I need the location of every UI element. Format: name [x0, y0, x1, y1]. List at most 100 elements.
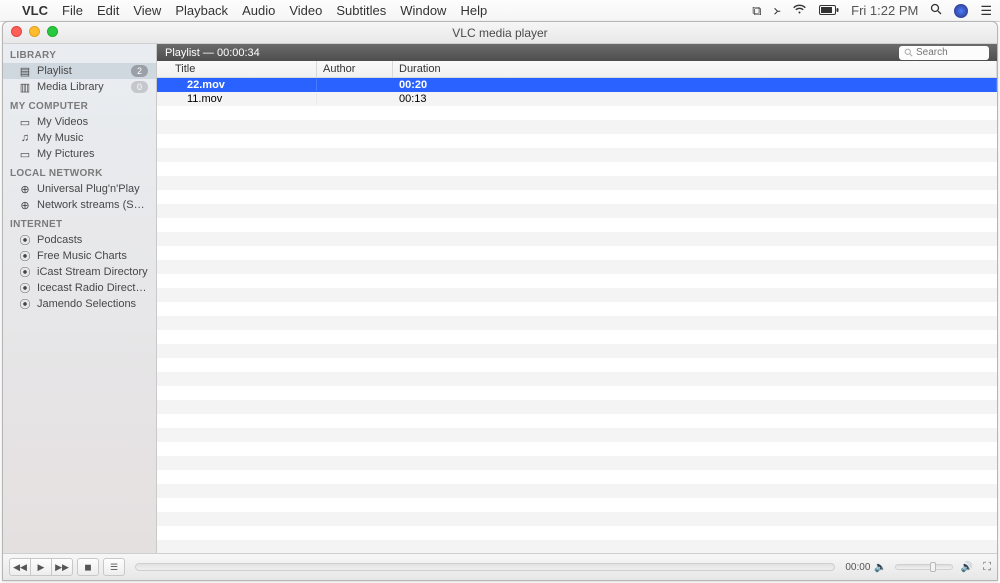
- net-icon: ⊕: [19, 183, 31, 195]
- window-close-button[interactable]: [11, 26, 22, 37]
- playlist-row[interactable]: 22.mov 00:20: [157, 78, 997, 92]
- player-controls: ◀◀ ▶ ▶▶ ◼ ☰ 00:00 🔈 🔊 ⛶: [3, 553, 997, 580]
- sidebar-item-media-library[interactable]: ▥ Media Library 0: [3, 79, 156, 95]
- next-button[interactable]: ▶▶: [51, 558, 73, 576]
- sidebar-section-title: LOCAL NETWORK: [3, 162, 156, 181]
- menu-subtitles[interactable]: Subtitles: [336, 3, 386, 18]
- net-icon: ⊕: [19, 199, 31, 211]
- play-button[interactable]: ▶: [30, 558, 52, 576]
- menubar-app-name[interactable]: VLC: [22, 3, 48, 18]
- window-titlebar: VLC media player: [3, 22, 997, 44]
- notifications-icon[interactable]: ☰: [980, 3, 992, 19]
- sidebar-item-my-pictures[interactable]: ▭ My Pictures: [3, 146, 156, 162]
- fullscreen-button[interactable]: ⛶: [983, 561, 991, 574]
- menu-view[interactable]: View: [133, 3, 161, 18]
- sidebar-item-free-music-charts[interactable]: ⦿ Free Music Charts: [3, 248, 156, 264]
- siri-icon[interactable]: [954, 4, 968, 18]
- rss-icon: ⦿: [19, 298, 31, 310]
- sidebar-item-icast-stream-directory[interactable]: ⦿ iCast Stream Directory: [3, 264, 156, 280]
- rss-icon: ⦿: [19, 250, 31, 262]
- prev-button[interactable]: ◀◀: [9, 558, 31, 576]
- bluetooth-icon[interactable]: ᚛: [774, 3, 781, 19]
- sidebar-item-label: Free Music Charts: [37, 250, 148, 262]
- sidebar-item-label: Playlist: [37, 65, 125, 77]
- sidebar-item-label: My Videos: [37, 116, 148, 128]
- playlist-columns: Title Author Duration: [157, 61, 997, 78]
- window-traffic-lights: [11, 26, 58, 37]
- wifi-icon[interactable]: [792, 3, 807, 18]
- volume-low-icon: 🔈: [874, 562, 886, 573]
- window-minimize-button[interactable]: [29, 26, 40, 37]
- stop-button[interactable]: ◼: [77, 558, 99, 576]
- sidebar-item-label: Icecast Radio Directory: [37, 282, 148, 294]
- column-title[interactable]: Title: [157, 61, 317, 77]
- playlist-header: Playlist — 00:00:34: [157, 44, 997, 61]
- sidebar-item-label: Podcasts: [37, 234, 148, 246]
- rss-icon: ⦿: [19, 234, 31, 246]
- cell-title: 11.mov: [157, 93, 317, 105]
- sidebar-section-title: MY COMPUTER: [3, 95, 156, 114]
- menu-audio[interactable]: Audio: [242, 3, 275, 18]
- music-icon: ♫: [19, 132, 31, 144]
- playlist-toggle-button[interactable]: ☰: [103, 558, 125, 576]
- window-zoom-button[interactable]: [47, 26, 58, 37]
- mac-menubar: VLC File Edit View Playback Audio Video …: [0, 0, 1000, 22]
- sidebar-item-my-videos[interactable]: ▭ My Videos: [3, 114, 156, 130]
- playlist-panel: Playlist — 00:00:34 Title Author Duratio…: [157, 44, 997, 553]
- picture-icon: ▭: [19, 148, 31, 160]
- sidebar-item-playlist[interactable]: ▤ Playlist 2: [3, 63, 156, 79]
- cell-duration: 00:13: [393, 93, 997, 105]
- menu-edit[interactable]: Edit: [97, 3, 119, 18]
- menu-video[interactable]: Video: [289, 3, 322, 18]
- sidebar-item-jamendo-selections[interactable]: ⦿ Jamendo Selections: [3, 296, 156, 312]
- sidebar-item-icecast-radio-directory[interactable]: ⦿ Icecast Radio Directory: [3, 280, 156, 296]
- cell-title: 22.mov: [157, 79, 317, 91]
- menu-playback[interactable]: Playback: [175, 3, 228, 18]
- playlist-header-label: Playlist — 00:00:34: [165, 47, 260, 59]
- sidebar-item-my-music[interactable]: ♫ My Music: [3, 130, 156, 146]
- window-title: VLC media player: [452, 26, 547, 40]
- sidebar-item-podcasts[interactable]: ⦿ Podcasts: [3, 232, 156, 248]
- sidebar-section-title: LIBRARY: [3, 44, 156, 63]
- playlist-rows: 22.mov 00:20 11.mov 00:13: [157, 78, 997, 553]
- sidebar-item-label: My Pictures: [37, 148, 148, 160]
- vlc-window: VLC media player LIBRARY ▤ Playlist 2 ▥ Media…: [2, 21, 998, 581]
- battery-icon[interactable]: [819, 3, 839, 18]
- playlist-icon: ▤: [19, 65, 31, 77]
- menu-help[interactable]: Help: [460, 3, 487, 18]
- playlist-row[interactable]: 11.mov 00:13: [157, 92, 997, 106]
- sidebar-section-title: INTERNET: [3, 213, 156, 232]
- sidebar-item-label: My Music: [37, 132, 148, 144]
- sidebar-item-label: iCast Stream Directory: [37, 266, 148, 278]
- spotlight-icon[interactable]: [930, 3, 942, 18]
- playlist-search-input[interactable]: [916, 47, 976, 58]
- search-icon: [904, 48, 913, 57]
- time-elapsed: 00:00: [845, 562, 870, 573]
- transport-group: ◀◀ ▶ ▶▶: [9, 558, 73, 576]
- sidebar-item-universal-plug-n-play[interactable]: ⊕ Universal Plug'n'Play: [3, 181, 156, 197]
- column-duration[interactable]: Duration: [393, 61, 997, 77]
- sidebar-item-label: Network streams (SAP): [37, 199, 148, 211]
- seek-bar[interactable]: [135, 563, 835, 571]
- column-author[interactable]: Author: [317, 61, 393, 77]
- menubar-clock[interactable]: Fri 1:22 PM: [851, 3, 918, 18]
- menu-window[interactable]: Window: [400, 3, 446, 18]
- volume-slider[interactable]: [895, 564, 953, 570]
- sidebar-item-label: Jamendo Selections: [37, 298, 148, 310]
- sidebar: LIBRARY ▤ Playlist 2 ▥ Media Library 0 MY COMPU…: [3, 44, 157, 553]
- rss-icon: ⦿: [19, 266, 31, 278]
- sidebar-item-network-streams-sap-[interactable]: ⊕ Network streams (SAP): [3, 197, 156, 213]
- menu-file[interactable]: File: [62, 3, 83, 18]
- volume-high-icon: 🔊: [961, 562, 973, 573]
- sidebar-item-label: Universal Plug'n'Play: [37, 183, 148, 195]
- library-icon: ▥: [19, 81, 31, 93]
- playlist-search[interactable]: [899, 46, 989, 60]
- dropbox-icon[interactable]: ⧉: [752, 3, 761, 19]
- cell-duration: 00:20: [393, 79, 997, 91]
- rss-icon: ⦿: [19, 282, 31, 294]
- volume-thumb[interactable]: [930, 562, 936, 572]
- sidebar-item-label: Media Library: [37, 81, 125, 93]
- sidebar-badge: 0: [131, 81, 148, 93]
- sidebar-badge: 2: [131, 65, 148, 77]
- video-icon: ▭: [19, 116, 31, 128]
